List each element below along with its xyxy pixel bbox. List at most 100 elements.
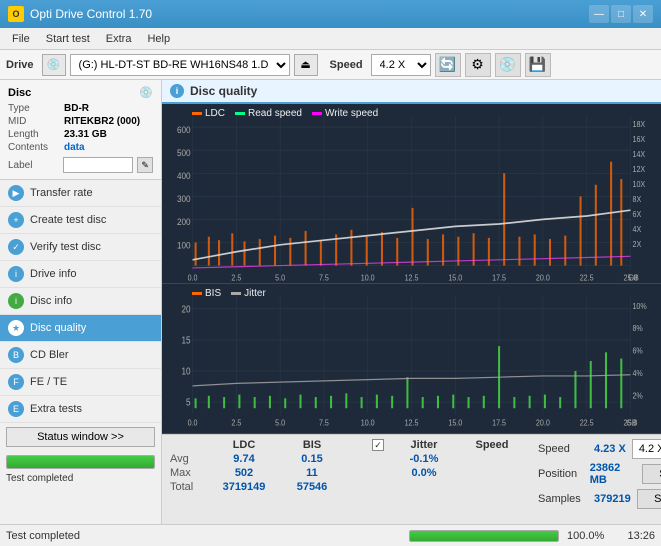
svg-text:500: 500: [177, 147, 191, 158]
main: Disc 💿 Type BD-R MID RITEKBR2 (000) Leng…: [0, 80, 661, 524]
disc-quality-header: i Disc quality: [162, 80, 661, 104]
sidebar-item-verify-test-disc[interactable]: ✓ Verify test disc: [0, 234, 161, 261]
extra-tests-label: Extra tests: [30, 403, 82, 415]
disc-button[interactable]: 💿: [495, 53, 521, 77]
stats-table: LDC BIS ✓ Jitter Speed Avg 9.74 0.15 -0.…: [162, 435, 530, 524]
jitter-legend: Jitter: [231, 288, 266, 299]
mid-label: MID: [8, 116, 60, 127]
svg-text:GB: GB: [626, 418, 636, 428]
statusbar-message: Test completed: [6, 530, 401, 542]
read-legend-color: [235, 112, 245, 115]
sidebar-item-cd-bler[interactable]: B CD Bler: [0, 342, 161, 369]
disc-quality-header-icon: i: [170, 84, 184, 98]
drive-info-icon: i: [8, 266, 24, 282]
svg-text:17.5: 17.5: [492, 418, 506, 428]
status-text: Test completed: [0, 471, 161, 486]
svg-text:5: 5: [186, 397, 191, 408]
menu-help[interactable]: Help: [139, 31, 178, 47]
avg-label: Avg: [170, 453, 206, 465]
svg-text:2X: 2X: [632, 240, 641, 250]
samples-value: 379219: [594, 493, 631, 505]
ldc-col-header: LDC: [214, 439, 274, 451]
write-legend: Write speed: [312, 108, 378, 119]
start-full-button[interactable]: Start full: [642, 464, 661, 484]
speed-select[interactable]: 4.2 X: [632, 439, 661, 459]
refresh-button[interactable]: 🔄: [435, 53, 461, 77]
sidebar-item-create-test-disc[interactable]: + Create test disc: [0, 207, 161, 234]
bottom-chart-svg: 20 15 10 5 10% 8% 6% 4% 2% 0.0 2.5 5.0 7…: [162, 284, 661, 433]
status-window-button[interactable]: Status window >>: [6, 427, 155, 447]
transfer-rate-icon: ▶: [8, 185, 24, 201]
drive-label: Drive: [6, 59, 34, 71]
type-label: Type: [8, 103, 60, 114]
sidebar-item-disc-quality[interactable]: ★ Disc quality: [0, 315, 161, 342]
svg-text:6X: 6X: [632, 210, 641, 220]
position-label: Position: [538, 468, 584, 480]
disc-quality-icon: ★: [8, 320, 24, 336]
svg-text:7.5: 7.5: [319, 418, 329, 428]
avg-bis: 0.15: [282, 453, 342, 465]
speed-value: 4.23 X: [594, 443, 626, 455]
svg-text:2.5: 2.5: [231, 418, 241, 428]
svg-text:15.0: 15.0: [448, 418, 462, 428]
svg-text:15.0: 15.0: [448, 273, 462, 283]
menu-file[interactable]: File: [4, 31, 38, 47]
speed-label: Speed: [538, 443, 588, 455]
statusbar-percent: 100.0%: [567, 530, 607, 542]
disc-quality-title: Disc quality: [190, 84, 257, 98]
svg-text:17.5: 17.5: [492, 273, 506, 283]
svg-text:18X: 18X: [632, 120, 645, 130]
close-button[interactable]: ✕: [633, 5, 653, 23]
drive-icon-btn[interactable]: 💿: [42, 54, 66, 76]
svg-text:16X: 16X: [632, 135, 645, 145]
label-input[interactable]: [63, 157, 133, 173]
sidebar-item-disc-info[interactable]: i Disc info: [0, 288, 161, 315]
bis-legend-color: [192, 292, 202, 295]
svg-text:5.0: 5.0: [275, 418, 285, 428]
svg-text:7.5: 7.5: [319, 273, 329, 283]
svg-text:400: 400: [177, 171, 191, 182]
speed-select[interactable]: 4.2 X: [371, 54, 431, 76]
sidebar-item-drive-info[interactable]: i Drive info: [0, 261, 161, 288]
content-area: i Disc quality LDC Read speed: [162, 80, 661, 524]
samples-label: Samples: [538, 493, 588, 505]
disc-panel: Disc 💿 Type BD-R MID RITEKBR2 (000) Leng…: [0, 80, 161, 180]
minimize-button[interactable]: —: [589, 5, 609, 23]
sidebar: Disc 💿 Type BD-R MID RITEKBR2 (000) Leng…: [0, 80, 162, 524]
save-button[interactable]: 💾: [525, 53, 551, 77]
label-edit-button[interactable]: ✎: [137, 157, 153, 173]
jitter-checkbox[interactable]: ✓: [372, 439, 384, 451]
sidebar-item-transfer-rate[interactable]: ▶ Transfer rate: [0, 180, 161, 207]
menu-extra[interactable]: Extra: [98, 31, 140, 47]
ldc-legend-color: [192, 112, 202, 115]
menu-starttest[interactable]: Start test: [38, 31, 98, 47]
start-part-button[interactable]: Start part: [637, 489, 661, 509]
svg-text:600: 600: [177, 124, 191, 135]
eject-button[interactable]: ⏏: [294, 54, 318, 76]
maximize-button[interactable]: □: [611, 5, 631, 23]
sidebar-item-fe-te[interactable]: F FE / TE: [0, 369, 161, 396]
top-chart: LDC Read speed Write speed: [162, 104, 661, 284]
svg-text:2%: 2%: [632, 391, 642, 401]
svg-text:20: 20: [181, 304, 190, 315]
disc-quality-label: Disc quality: [30, 322, 86, 334]
settings-button[interactable]: ⚙: [465, 53, 491, 77]
app-title: Opti Drive Control 1.70: [30, 7, 589, 21]
svg-text:20.0: 20.0: [536, 273, 550, 283]
length-label: Length: [8, 129, 60, 140]
svg-text:20.0: 20.0: [536, 418, 550, 428]
svg-text:10.0: 10.0: [361, 273, 375, 283]
max-ldc: 502: [214, 467, 274, 479]
stats-area: LDC BIS ✓ Jitter Speed Avg 9.74 0.15 -0.…: [162, 434, 661, 524]
svg-text:14X: 14X: [632, 150, 645, 160]
max-label: Max: [170, 467, 206, 479]
svg-text:2.5: 2.5: [231, 273, 241, 283]
sidebar-item-extra-tests[interactable]: E Extra tests: [0, 396, 161, 423]
statusbar-progress: [409, 530, 559, 542]
drive-select[interactable]: (G:) HL-DT-ST BD-RE WH16NS48 1.D3: [70, 54, 290, 76]
ldc-legend: LDC: [192, 108, 225, 119]
progress-section: [0, 451, 161, 471]
speed-label: Speed: [330, 59, 363, 71]
position-value: 23862 MB: [590, 462, 636, 486]
bis-col-header: BIS: [282, 439, 342, 451]
